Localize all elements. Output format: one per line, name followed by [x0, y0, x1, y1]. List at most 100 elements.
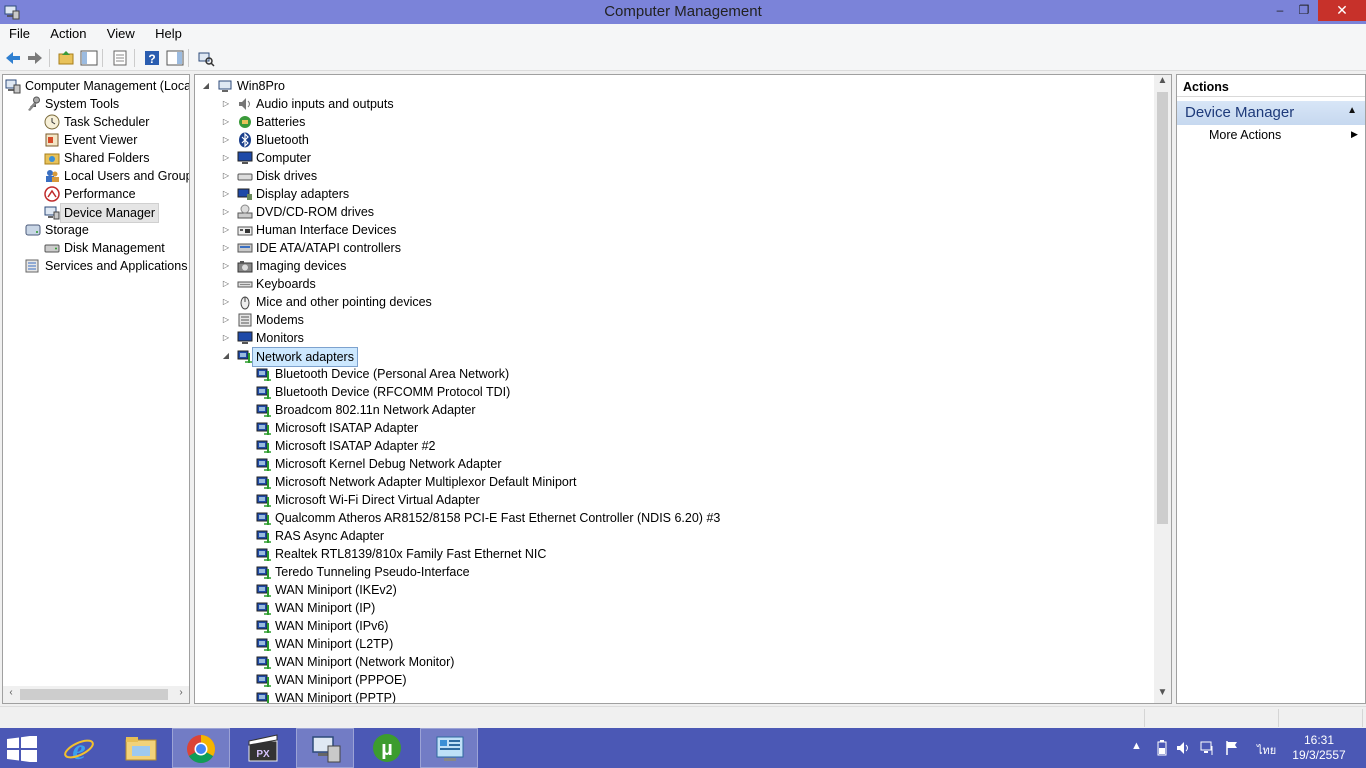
network-adapter-label: Bluetooth Device (RFCOMM Protocol TDI): [275, 385, 511, 399]
network-adapter-label: Microsoft Wi-Fi Direct Virtual Adapter: [275, 493, 480, 507]
start-icon[interactable]: [7, 736, 37, 762]
window-title: Computer Management: [604, 3, 762, 20]
collapsed-arrow-icon[interactable]: ▷: [221, 95, 231, 113]
menu-help[interactable]: Help: [146, 24, 190, 41]
volume-icon[interactable]: [1176, 740, 1192, 756]
network-adapter-icon: [256, 456, 272, 472]
network-adapter-label: RAS Async Adapter: [275, 529, 385, 543]
menu-action[interactable]: Action: [41, 24, 94, 41]
tools-icon: [25, 96, 41, 112]
network-adapter-label: Microsoft Network Adapter Multiplexor De…: [275, 475, 577, 489]
console-tree-panel: Computer Management (Local◢System Tools▷…: [2, 74, 190, 704]
network-adapter-label: Microsoft ISATAP Adapter: [275, 421, 419, 435]
menu-view[interactable]: View: [98, 24, 143, 41]
dvd-icon: [237, 204, 253, 220]
network-adapter-icon: [256, 690, 272, 703]
network-adapter-icon: [256, 672, 272, 688]
network-adapter-icon: [237, 348, 253, 364]
show-hide-console-tree-icon[interactable]: [80, 49, 98, 67]
console-tree-label: Services and Applications: [45, 259, 188, 273]
event-viewer-icon: [44, 132, 60, 148]
forward-arrow-icon[interactable]: [26, 49, 44, 67]
collapsed-arrow-icon[interactable]: ▷: [221, 221, 231, 239]
show-action-pane-icon[interactable]: [166, 49, 184, 67]
taskbar-file-explorer[interactable]: [112, 728, 170, 768]
scroll-up-arrow-icon[interactable]: ▲: [1154, 75, 1171, 91]
status-bar: [0, 706, 1366, 728]
console-tree-label: Event Viewer: [64, 133, 138, 147]
collapsed-arrow-icon[interactable]: ▷: [221, 293, 231, 311]
svg-text:PX: PX: [256, 749, 270, 760]
action-center-flag-icon[interactable]: [1224, 740, 1240, 756]
collapsed-arrow-icon[interactable]: ▷: [221, 131, 231, 149]
device-tree-root-label: Win8Pro: [237, 79, 285, 93]
close-button[interactable]: ✕: [1318, 0, 1366, 21]
console-tree-label: Task Scheduler: [64, 115, 150, 129]
collapsed-arrow-icon[interactable]: ▷: [221, 149, 231, 167]
network-adapter-icon: [256, 564, 272, 580]
expanded-arrow-icon[interactable]: ◢: [201, 77, 211, 95]
collapsed-arrow-icon[interactable]: ▷: [221, 311, 231, 329]
scroll-left-arrow-icon[interactable]: ‹: [3, 687, 19, 702]
menu-file[interactable]: File: [0, 24, 38, 41]
more-actions-item[interactable]: More Actions: [1209, 128, 1281, 142]
menu-bar: File Action View Help: [0, 24, 1366, 44]
console-tree-label: Disk Management: [64, 241, 165, 255]
collapsed-arrow-icon[interactable]: ▷: [221, 275, 231, 293]
clock[interactable]: 16:31 19/3/2557: [1284, 733, 1354, 763]
toolbar: ?: [0, 44, 1366, 71]
svg-text:µ: µ: [381, 738, 393, 760]
maximize-button[interactable]: ❐: [1290, 0, 1318, 21]
collapsed-arrow-icon[interactable]: ▷: [221, 239, 231, 257]
network-adapter-icon: [256, 582, 272, 598]
battery-icon[interactable]: [1156, 740, 1168, 756]
help-icon[interactable]: ?: [143, 49, 161, 67]
actions-section-label: Device Manager: [1185, 104, 1295, 121]
horizontal-scrollbar[interactable]: ‹ ›: [3, 686, 189, 703]
collapsed-arrow-icon[interactable]: ▷: [221, 329, 231, 347]
ide-icon: [237, 240, 253, 256]
device-manager-icon: [44, 204, 60, 220]
scrollbar-thumb[interactable]: [1157, 92, 1168, 524]
network-adapter-label: WAN Miniport (IPv6): [275, 619, 389, 633]
display-adapter-icon: [237, 186, 253, 202]
collapsed-arrow-icon[interactable]: ▷: [221, 113, 231, 131]
performance-icon: [44, 186, 60, 202]
language-indicator[interactable]: ไทย: [1257, 741, 1276, 757]
internet-explorer-icon: e: [64, 733, 94, 763]
scan-hardware-changes-icon[interactable]: [197, 49, 215, 67]
taskbar-media-player[interactable]: PX: [234, 728, 292, 768]
network-icon[interactable]: [1200, 740, 1216, 756]
taskbar-internet-explorer[interactable]: e: [50, 728, 108, 768]
taskbar-control-panel[interactable]: [420, 728, 478, 768]
network-adapter-icon: [256, 384, 272, 400]
services-icon: [25, 258, 41, 274]
chrome-icon: [187, 735, 215, 763]
svg-text:e: e: [72, 733, 85, 763]
scroll-right-arrow-icon[interactable]: ›: [173, 687, 189, 702]
scroll-down-arrow-icon[interactable]: ▼: [1154, 687, 1171, 703]
collapsed-arrow-icon[interactable]: ▷: [221, 185, 231, 203]
back-arrow-icon[interactable]: [4, 49, 22, 67]
collapsed-arrow-icon[interactable]: ▷: [221, 167, 231, 185]
media-player-icon: PX: [248, 734, 278, 762]
network-adapter-label: Realtek RTL8139/810x Family Fast Etherne…: [275, 547, 547, 561]
taskbar-utorrent[interactable]: µ: [358, 728, 416, 768]
show-hidden-icons-button[interactable]: ▲: [1131, 740, 1142, 756]
expanded-arrow-icon[interactable]: ◢: [221, 347, 231, 365]
users-icon: [44, 168, 60, 184]
vertical-scrollbar[interactable]: ▲ ▼: [1154, 75, 1171, 703]
network-adapter-icon: [256, 402, 272, 418]
collapsed-arrow-icon[interactable]: ▷: [221, 257, 231, 275]
taskbar-chrome[interactable]: [172, 728, 230, 768]
taskbar: e PX µ ▲ ไทย 16:31 19/3/2557: [0, 728, 1366, 768]
up-folder-icon[interactable]: [57, 49, 75, 67]
scrollbar-thumb[interactable]: [20, 689, 168, 700]
actions-section-device-manager[interactable]: Device Manager ▲: [1177, 101, 1365, 125]
network-adapter-label: WAN Miniport (IP): [275, 601, 376, 615]
network-adapter-icon: [256, 510, 272, 526]
properties-icon[interactable]: [111, 49, 129, 67]
taskbar-computer-management[interactable]: [296, 728, 354, 768]
collapsed-arrow-icon[interactable]: ▷: [221, 203, 231, 221]
collapse-caret-icon[interactable]: ▲: [1347, 105, 1357, 116]
